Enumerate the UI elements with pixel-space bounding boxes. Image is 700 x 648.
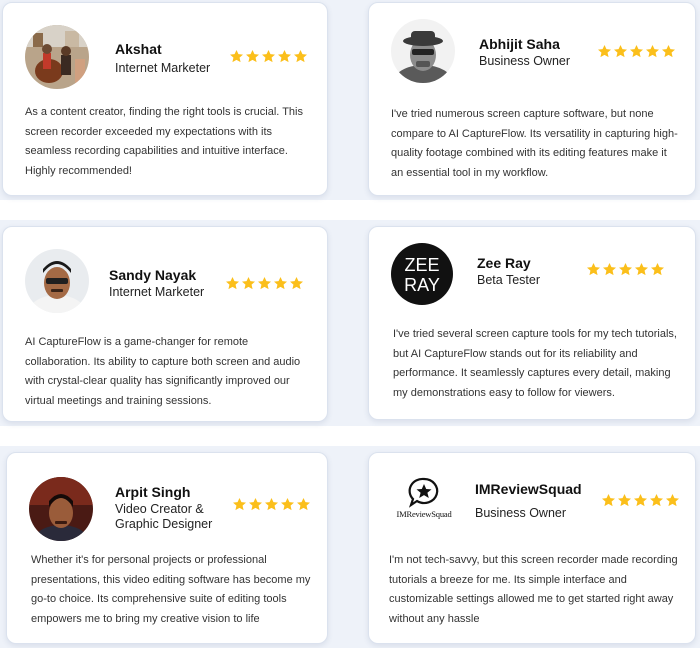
reviewer-role: Business Owner	[475, 506, 567, 520]
reviewer-role: Business Owner	[479, 54, 571, 68]
star-icon	[602, 493, 615, 507]
star-icon	[634, 493, 647, 507]
star-icon	[630, 44, 643, 58]
rating-stars	[597, 44, 676, 59]
star-icon	[281, 497, 294, 511]
avatar	[25, 249, 89, 313]
star-icon	[646, 44, 659, 58]
review-text: As a content creator, finding the right …	[25, 106, 303, 177]
star-icon	[258, 276, 271, 290]
avatar	[25, 25, 89, 89]
logo-text-top: ZEE	[404, 255, 439, 275]
avatar	[29, 477, 93, 541]
chat-star-icon	[408, 477, 439, 508]
reviewer-name: Akshat	[115, 41, 162, 57]
reviewer-role: Internet Marketer	[109, 285, 205, 299]
review-text: AI CaptureFlow is a game-changer for rem…	[25, 336, 301, 407]
star-icon	[666, 493, 679, 507]
reviewer-name: Sandy Nayak	[109, 267, 197, 283]
star-icon	[274, 276, 287, 290]
rating-stars	[601, 493, 680, 508]
star-icon	[635, 262, 648, 276]
star-icon	[587, 262, 600, 276]
star-icon	[618, 493, 631, 507]
star-icon	[246, 49, 259, 63]
logo-text-bottom: RAY	[404, 275, 440, 295]
star-icon	[619, 262, 632, 276]
star-icon	[603, 262, 616, 276]
review-text: I'm not tech-savvy, but this screen reco…	[389, 554, 678, 625]
star-icon	[297, 497, 310, 511]
testimonial-card: Arpit Singh Video Creator & Graphic Desi…	[6, 452, 328, 644]
star-icon	[662, 44, 675, 58]
star-icon	[278, 49, 291, 63]
reviewer-role: Video Creator & Graphic Designer	[115, 502, 213, 531]
reviewer-role: Beta Tester	[477, 273, 541, 287]
star-icon	[233, 497, 246, 511]
reviewer-name: Arpit Singh	[115, 484, 191, 500]
star-icon	[262, 49, 275, 63]
rating-stars	[225, 276, 304, 291]
rating-stars	[586, 262, 665, 277]
rating-stars	[229, 49, 308, 64]
review-text: I've tried numerous screen capture softw…	[391, 108, 678, 179]
star-icon	[614, 44, 627, 58]
star-icon	[651, 262, 664, 276]
star-icon	[226, 276, 239, 290]
reviewer-role: Internet Marketer	[115, 61, 211, 75]
star-icon	[230, 49, 243, 63]
testimonial-card: Sandy Nayak Internet Marketer AI Capture…	[2, 226, 328, 422]
review-text: Whether it's for personal projects or pr…	[31, 554, 311, 625]
imreviewsquad-logo: IMReviewSquad	[387, 475, 461, 523]
logo-wordmark: IMReviewSquad	[396, 509, 452, 519]
star-icon	[290, 276, 303, 290]
testimonial-card: Akshat Internet Marketer As a content cr…	[2, 2, 328, 196]
star-icon	[294, 49, 307, 63]
star-icon	[242, 276, 255, 290]
star-icon	[265, 497, 278, 511]
zee-ray-logo: ZEE RAY	[391, 243, 453, 305]
review-text: I've tried several screen capture tools …	[393, 328, 677, 399]
testimonial-card: ZEE RAY Zee Ray Beta Tester I've tried s…	[368, 226, 696, 420]
rating-stars	[232, 497, 311, 512]
star-icon	[650, 493, 663, 507]
reviewer-name: IMReviewSquad	[475, 481, 582, 497]
star-icon	[598, 44, 611, 58]
reviewer-name: Zee Ray	[477, 255, 531, 271]
testimonial-card: IMReviewSquad IMReviewSquad Business Own…	[368, 452, 696, 644]
star-icon	[249, 497, 262, 511]
testimonial-card: Abhijit Saha Business Owner I've tried n…	[368, 2, 696, 196]
reviewer-name: Abhijit Saha	[479, 36, 560, 52]
avatar	[391, 19, 455, 83]
